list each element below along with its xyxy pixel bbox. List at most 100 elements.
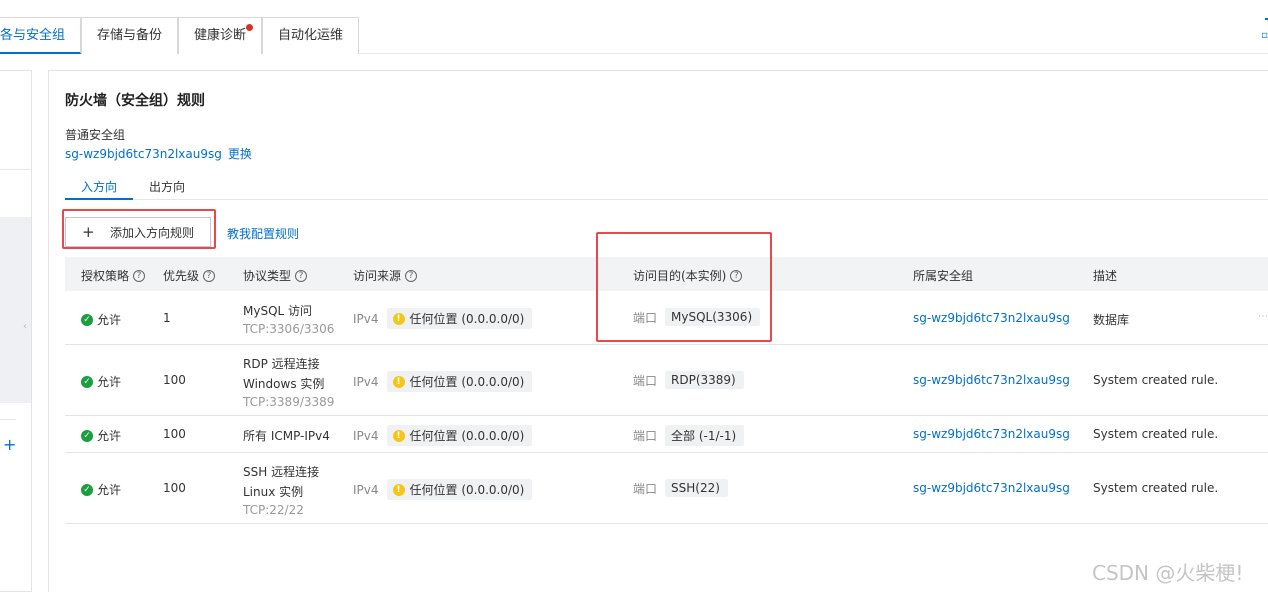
col-label: 访问来源 xyxy=(353,269,402,283)
col-label: 协议类型 xyxy=(243,269,292,283)
warning-icon: ! xyxy=(392,483,405,496)
left-side-panel: ‹ + xyxy=(0,70,32,592)
divider xyxy=(0,419,16,420)
policy-cell: ✓ 允许 xyxy=(81,481,121,498)
col-label: 授权策略 xyxy=(81,269,130,283)
desc-cell: System created rule. xyxy=(1093,373,1219,387)
ip-version: IPv4 xyxy=(353,428,379,443)
top-tab-bar: 各与安全组 存储与备份 健康诊断 自动化运维 ▫ xyxy=(0,0,1268,54)
policy-text: 允许 xyxy=(97,429,122,443)
help-icon[interactable]: ? xyxy=(133,269,146,282)
policy-cell: ✓ 允许 xyxy=(81,311,121,328)
edge-tick-icon: ⋯ xyxy=(1258,311,1268,322)
tab-inbound[interactable]: 入方向 xyxy=(81,178,117,195)
col-label: 描述 xyxy=(1093,269,1118,283)
tab-health-diagnosis[interactable]: 健康诊断 xyxy=(178,17,263,54)
port-chip: 全部 (-1/-1) xyxy=(665,425,745,446)
protocol-sub: TCP:3306/3306 xyxy=(243,322,335,336)
protocol-cell: RDP 远程连接 Windows 实例 TCP:3389/3389 xyxy=(243,355,334,409)
group-link[interactable]: sg-wz9bjd6tc73n2lxau9sg xyxy=(913,373,1070,387)
dest-cell: 端口 全部 (-1/-1) xyxy=(633,425,745,446)
ip-version: IPv4 xyxy=(353,482,379,497)
protocol-sub: TCP:22/22 xyxy=(243,503,304,517)
source-cell: IPv4 ! 任何位置 (0.0.0.0/0) xyxy=(353,479,533,500)
ip-version: IPv4 xyxy=(353,374,379,389)
source-cell: IPv4 ! 任何位置 (0.0.0.0/0) xyxy=(353,425,533,446)
priority-cell: 100 xyxy=(163,427,186,441)
help-icon[interactable]: ? xyxy=(405,269,418,282)
teach-config-link[interactable]: 教我配置规则 xyxy=(227,225,299,242)
warning-icon: ! xyxy=(392,429,405,442)
policy-cell: ✓ 允许 xyxy=(81,373,121,390)
protocol-name: 所有 ICMP-IPv4 xyxy=(243,429,330,443)
port-label: 端口 xyxy=(633,481,658,496)
tab-automation-ops[interactable]: 自动化运维 xyxy=(262,17,360,54)
port-label: 端口 xyxy=(633,373,658,388)
instance-tabs: 各与安全组 存储与备份 健康诊断 自动化运维 xyxy=(0,17,360,54)
sg-type-label: 普通安全组 xyxy=(65,128,126,142)
col-protocol: 协议类型? xyxy=(243,267,308,284)
source-text: 任何位置 (0.0.0.0/0) xyxy=(409,483,525,497)
group-link[interactable]: sg-wz9bjd6tc73n2lxau9sg xyxy=(913,311,1070,325)
tab-label: 自动化运维 xyxy=(278,28,344,43)
desc-cell: 数据库 xyxy=(1093,313,1130,327)
notification-dot xyxy=(246,24,254,31)
source-chip: ! 任何位置 (0.0.0.0/0) xyxy=(386,479,533,500)
group-link[interactable]: sg-wz9bjd6tc73n2lxau9sg xyxy=(913,481,1070,495)
priority-cell: 100 xyxy=(163,373,186,387)
port-chip: RDP(3389) xyxy=(665,371,744,389)
protocol-name-2: Linux 实例 xyxy=(243,485,304,499)
col-desc: 描述 xyxy=(1093,267,1117,284)
desc-cell: System created rule. xyxy=(1093,427,1219,441)
priority-cell: 100 xyxy=(163,481,186,495)
warning-icon: ! xyxy=(392,375,405,388)
add-icon[interactable]: + xyxy=(3,435,16,454)
table-row: ✓ 允许 100 RDP 远程连接 Windows 实例 TCP:3389/338… xyxy=(65,345,1268,416)
active-tab-underline xyxy=(65,198,133,200)
policy-text: 允许 xyxy=(97,375,122,389)
page-title: 防火墙（安全组）规则 xyxy=(65,93,205,109)
col-policy: 授权策略? xyxy=(81,267,146,284)
help-icon[interactable]: ? xyxy=(203,269,216,282)
sg-id-line: sg-wz9bjd6tc73n2lxau9sg 更换 xyxy=(65,145,252,162)
group-link[interactable]: sg-wz9bjd6tc73n2lxau9sg xyxy=(913,427,1070,441)
watermark: CSDN @火柴梗! xyxy=(1092,561,1244,585)
direction-tabs: 入方向 出方向 xyxy=(65,170,1268,200)
policy-text: 允许 xyxy=(97,483,122,497)
protocol-cell: 所有 ICMP-IPv4 xyxy=(243,427,330,444)
col-group: 所属安全组 xyxy=(913,267,973,284)
tab-label: 存储与备份 xyxy=(97,28,163,43)
protocol-sub: TCP:3389/3389 xyxy=(243,395,335,409)
col-label: 优先级 xyxy=(163,269,200,283)
ip-version: IPv4 xyxy=(353,311,379,326)
protocol-cell: SSH 远程连接 Linux 实例 TCP:22/22 xyxy=(243,463,319,517)
policy-text: 允许 xyxy=(97,313,122,327)
tab-outbound[interactable]: 出方向 xyxy=(149,178,185,195)
help-icon[interactable]: ? xyxy=(295,269,308,282)
check-icon: ✓ xyxy=(81,313,93,326)
source-text: 任何位置 (0.0.0.0/0) xyxy=(409,375,525,389)
edge-fragment: ▫ xyxy=(1261,30,1268,41)
tab-label: 各与安全组 xyxy=(0,28,66,43)
source-text: 任何位置 (0.0.0.0/0) xyxy=(409,312,525,326)
edge-tick-icon: ‹ xyxy=(23,321,27,332)
col-priority: 优先级? xyxy=(163,267,216,284)
tab-storage-backup[interactable]: 存储与备份 xyxy=(81,17,179,54)
priority-cell: 1 xyxy=(163,311,171,325)
sg-id-link[interactable]: sg-wz9bjd6tc73n2lxau9sg xyxy=(65,147,222,161)
warning-icon: ! xyxy=(392,312,405,325)
port-label: 端口 xyxy=(633,429,658,443)
source-text: 任何位置 (0.0.0.0/0) xyxy=(409,429,525,443)
protocol-cell: MySQL 访问 TCP:3306/3306 xyxy=(243,302,334,336)
dest-cell: 端口 RDP(3389) xyxy=(633,371,744,389)
protocol-name: SSH 远程连接 xyxy=(243,465,320,479)
protocol-name: RDP 远程连接 xyxy=(243,357,320,371)
dest-cell: 端口 SSH(22) xyxy=(633,479,728,497)
tab-label: 健康诊断 xyxy=(194,28,247,43)
selected-item-highlight[interactable] xyxy=(0,217,31,403)
check-icon: ✓ xyxy=(81,429,93,442)
change-sg-link[interactable]: 更换 xyxy=(228,147,252,161)
col-source: 访问来源? xyxy=(353,267,418,284)
tab-network-security[interactable]: 各与安全组 xyxy=(0,17,82,54)
highlight-box-add-button xyxy=(62,209,216,249)
